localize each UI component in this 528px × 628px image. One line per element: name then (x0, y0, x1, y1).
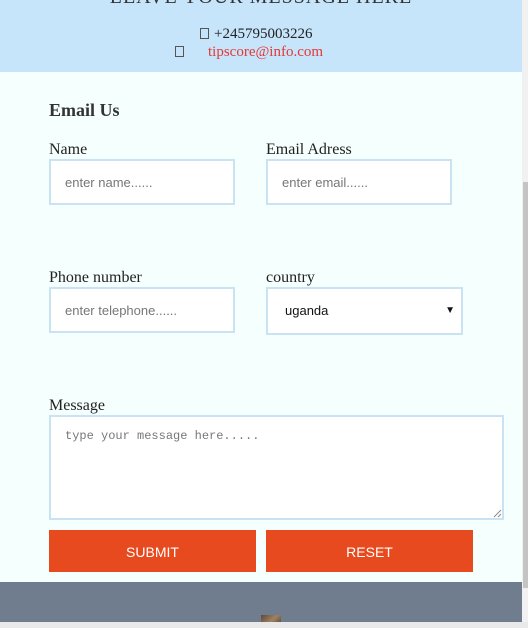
phone-label: Phone number (49, 269, 142, 286)
section-title: Email Us (49, 100, 120, 120)
message-textarea[interactable] (49, 415, 504, 520)
email-label: Email Adress (266, 141, 352, 158)
reset-button[interactable]: RESET (266, 530, 473, 572)
email-row: tipscore@info.com (175, 44, 323, 61)
phone-row: +245795003226 (200, 26, 312, 43)
envelope-icon (175, 46, 184, 57)
name-input[interactable] (49, 159, 235, 205)
header-title: LEAVE YOUR MESSAGE HERE (0, 0, 522, 9)
message-label: Message (49, 397, 105, 414)
email-link[interactable]: tipscore@info.com (208, 44, 323, 60)
country-select[interactable]: uganda ▼ (266, 287, 463, 335)
phone-number: +245795003226 (214, 26, 313, 42)
dropdown-arrow-icon: ▼ (445, 305, 455, 316)
page: LEAVE YOUR MESSAGE HERE +245795003226 ti… (0, 0, 528, 628)
scrollbar-thumb[interactable] (523, 182, 528, 588)
phone-input[interactable] (49, 287, 235, 333)
resize-grip-icon[interactable] (492, 508, 502, 518)
name-label: Name (49, 141, 88, 158)
email-input[interactable] (266, 159, 452, 205)
contact-header: LEAVE YOUR MESSAGE HERE +245795003226 ti… (0, 0, 528, 72)
submit-button[interactable]: SUBMIT (49, 530, 256, 572)
phone-icon (200, 28, 209, 39)
country-label: country (266, 269, 315, 286)
horizontal-scrollbar[interactable] (0, 622, 528, 628)
country-selected-value: uganda (285, 303, 329, 318)
